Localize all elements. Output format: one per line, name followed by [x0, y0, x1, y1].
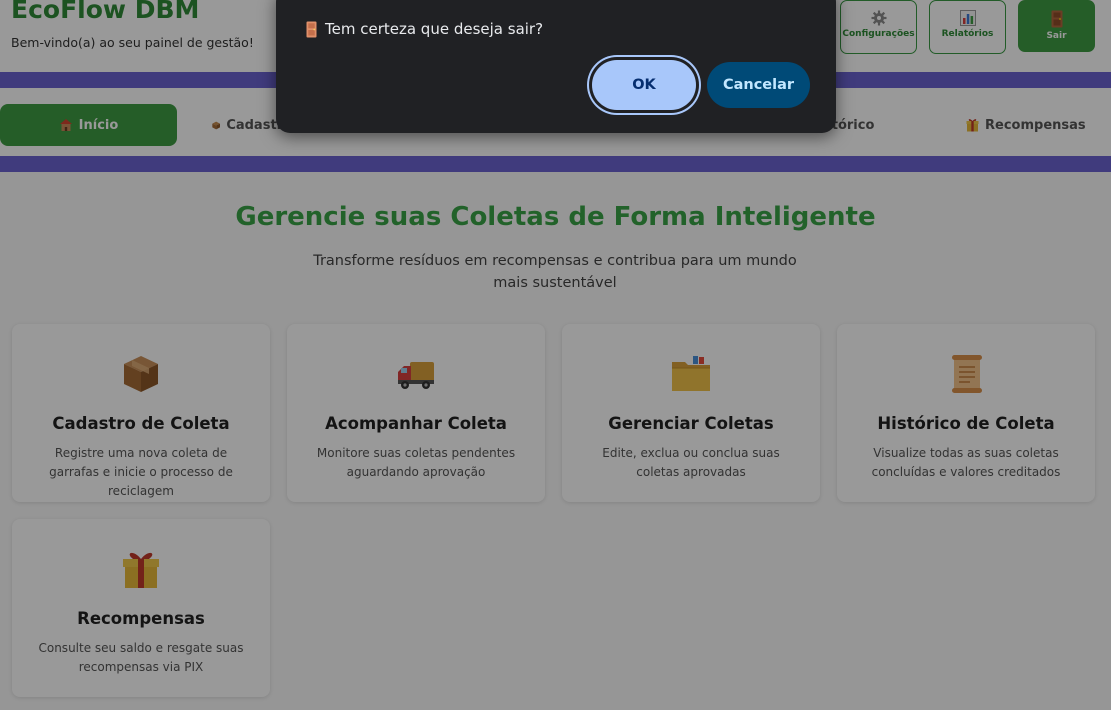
confirm-dialog: Tem certeza que deseja sair? OK Cancelar	[276, 0, 836, 133]
door-icon	[306, 21, 317, 37]
cancel-button[interactable]: Cancelar	[707, 62, 810, 108]
ok-button[interactable]: OK	[592, 60, 696, 110]
dialog-message: Tem certeza que deseja sair?	[306, 20, 543, 38]
dialog-message-text: Tem certeza que deseja sair?	[325, 20, 544, 38]
